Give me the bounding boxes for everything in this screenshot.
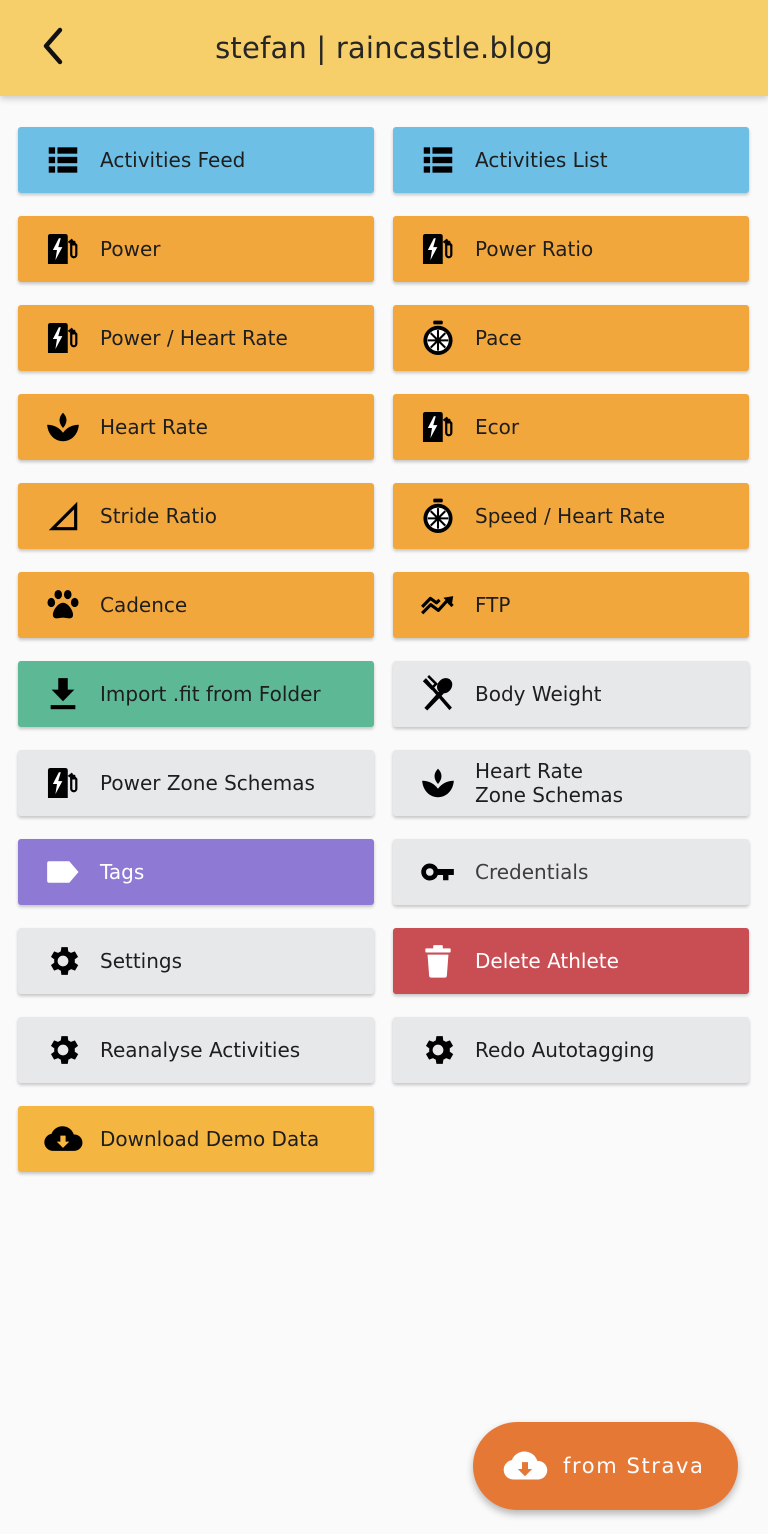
- list-icon: [42, 139, 84, 181]
- activities-feed-button[interactable]: Activities Feed: [18, 127, 374, 193]
- redo-autotagging-label: Redo Autotagging: [475, 1038, 655, 1062]
- cadence-button[interactable]: Cadence: [18, 572, 374, 638]
- speed-heart-rate-label: Speed / Heart Rate: [475, 504, 666, 528]
- power-meter-icon: [42, 228, 84, 270]
- import-fit-from-folder-label: Import .fit from Folder: [100, 682, 321, 706]
- power-ratio-button[interactable]: Power Ratio: [393, 216, 749, 282]
- app-bar: stefan | raincastle.blog: [0, 0, 768, 96]
- back-button[interactable]: [30, 22, 76, 70]
- fork-spoon-icon: [417, 673, 459, 715]
- cadence-label: Cadence: [100, 593, 188, 617]
- power-label: Power: [100, 237, 161, 261]
- power-button[interactable]: Power: [18, 216, 374, 282]
- pace-button[interactable]: Pace: [393, 305, 749, 371]
- ftp-label: FTP: [475, 593, 511, 617]
- activities-feed-label: Activities Feed: [100, 148, 246, 172]
- key-icon: [417, 851, 459, 893]
- lotus-icon: [42, 406, 84, 448]
- chevron-left-icon: [43, 27, 63, 65]
- heart-rate-label: Heart Rate: [100, 415, 208, 439]
- delete-athlete-label: Delete Athlete: [475, 949, 619, 973]
- tag-icon: [42, 851, 84, 893]
- gear-icon: [417, 1029, 459, 1071]
- heart-rate-zone-schemas-button[interactable]: Heart Rate Zone Schemas: [393, 750, 749, 816]
- power-meter-icon: [417, 228, 459, 270]
- download-demo-data-button[interactable]: Download Demo Data: [18, 1106, 374, 1172]
- from-strava-label: from Strava: [563, 1454, 705, 1478]
- lotus-icon: [417, 762, 459, 804]
- body-weight-label: Body Weight: [475, 682, 602, 706]
- import-fit-from-folder-button[interactable]: Import .fit from Folder: [18, 661, 374, 727]
- from-strava-button[interactable]: from Strava: [473, 1422, 738, 1510]
- stride-ratio-button[interactable]: Stride Ratio: [18, 483, 374, 549]
- credentials-label: Credentials: [475, 860, 589, 884]
- gear-icon: [42, 1029, 84, 1071]
- ftp-button[interactable]: FTP: [393, 572, 749, 638]
- cloud-download-icon: [501, 1444, 549, 1488]
- paw-icon: [42, 584, 84, 626]
- cloud-download-icon: [42, 1118, 84, 1160]
- ecor-button[interactable]: Ecor: [393, 394, 749, 460]
- power-meter-icon: [42, 317, 84, 359]
- trash-icon: [417, 940, 459, 982]
- stride-ratio-label: Stride Ratio: [100, 504, 218, 528]
- download-icon: [42, 673, 84, 715]
- activities-list-button[interactable]: Activities List: [393, 127, 749, 193]
- heart-rate-button[interactable]: Heart Rate: [18, 394, 374, 460]
- power-meter-icon: [417, 406, 459, 448]
- reanalyse-activities-label: Reanalyse Activities: [100, 1038, 301, 1062]
- gear-icon: [42, 940, 84, 982]
- body-weight-button[interactable]: Body Weight: [393, 661, 749, 727]
- trend-icon: [417, 584, 459, 626]
- credentials-button[interactable]: Credentials: [393, 839, 749, 905]
- redo-autotagging-button[interactable]: Redo Autotagging: [393, 1017, 749, 1083]
- power-meter-icon: [42, 762, 84, 804]
- list-icon: [417, 139, 459, 181]
- delete-athlete-button[interactable]: Delete Athlete: [393, 928, 749, 994]
- stopwatch-icon: [417, 495, 459, 537]
- power-heart-rate-label: Power / Heart Rate: [100, 326, 288, 350]
- activities-list-label: Activities List: [475, 148, 608, 172]
- stopwatch-icon: [417, 317, 459, 359]
- heart-rate-zone-schemas-label: Heart Rate Zone Schemas: [475, 759, 624, 807]
- tags-label: Tags: [100, 860, 145, 884]
- pace-label: Pace: [475, 326, 522, 350]
- triangle-icon: [42, 495, 84, 537]
- page-title: stefan | raincastle.blog: [215, 31, 553, 65]
- ecor-label: Ecor: [475, 415, 520, 439]
- power-zone-schemas-label: Power Zone Schemas: [100, 771, 315, 795]
- speed-heart-rate-button[interactable]: Speed / Heart Rate: [393, 483, 749, 549]
- download-demo-data-label: Download Demo Data: [100, 1127, 320, 1151]
- reanalyse-activities-button[interactable]: Reanalyse Activities: [18, 1017, 374, 1083]
- power-ratio-label: Power Ratio: [475, 237, 594, 261]
- power-heart-rate-button[interactable]: Power / Heart Rate: [18, 305, 374, 371]
- power-zone-schemas-button[interactable]: Power Zone Schemas: [18, 750, 374, 816]
- tags-button[interactable]: Tags: [18, 839, 374, 905]
- settings-button[interactable]: Settings: [18, 928, 374, 994]
- settings-label: Settings: [100, 949, 183, 973]
